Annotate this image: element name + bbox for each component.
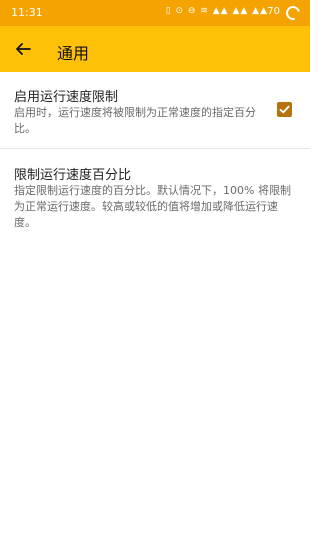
- status-time: 11:31: [11, 6, 43, 19]
- arrow-left-icon: [16, 43, 31, 55]
- pref-summary: 启用时，运行速度将被限制为正常速度的指定百分比。: [14, 106, 256, 135]
- app-bar: 通用: [0, 26, 310, 72]
- battery-icon: [283, 3, 303, 23]
- page-title: 通用: [57, 44, 90, 63]
- battery-level: 70: [267, 6, 280, 17]
- pref-enable-speed-limit[interactable]: 启用运行速度限制 启用时，运行速度将被限制为正常速度的指定百分比。: [0, 80, 310, 147]
- pref-speed-percentage[interactable]: 限制运行速度百分比 指定限制运行速度的百分比。默认情况下，100% 将限制为正常…: [0, 158, 310, 238]
- speed-limit-checkbox[interactable]: [277, 102, 292, 117]
- check-icon: [279, 105, 290, 114]
- pref-title: 限制运行速度百分比: [14, 168, 132, 183]
- back-button[interactable]: [12, 38, 34, 60]
- status-bar: 11:31 ▯ ⊙ ⊖ ≋ ▲▲ ▲▲ ▲▲ 70: [0, 0, 310, 26]
- divider: [0, 148, 310, 149]
- pref-summary: 指定限制运行速度的百分比。默认情况下，100% 将限制为正常运行速度。较高或较低…: [14, 184, 291, 229]
- pref-title: 启用运行速度限制: [14, 90, 119, 105]
- status-icons: ▯ ⊙ ⊖ ≋ ▲▲ ▲▲ ▲▲: [165, 6, 268, 16]
